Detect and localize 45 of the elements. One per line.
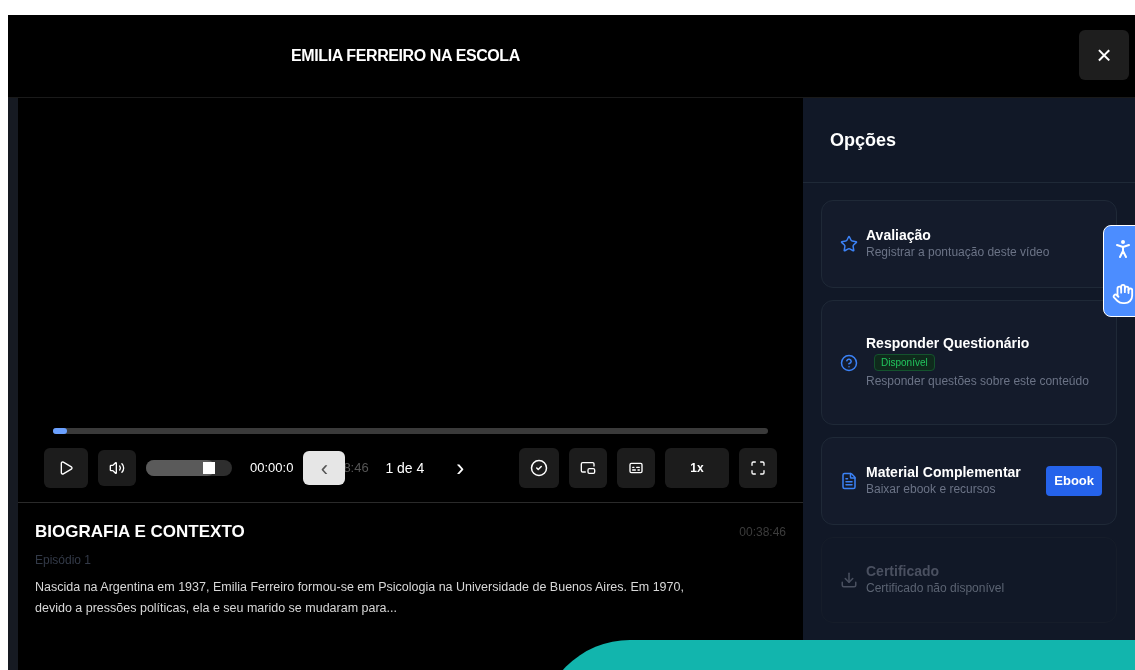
option-title: Certificado: [866, 563, 941, 580]
option-card[interactable]: Material Complementar Baixar ebook e recursos Ebook: [821, 437, 1117, 525]
option-title: Responder Questionário: [866, 335, 1031, 352]
captions-icon: [628, 460, 644, 476]
captions-button[interactable]: [617, 448, 655, 488]
complete-button[interactable]: [519, 448, 559, 488]
status-badge: Disponível: [874, 354, 935, 371]
option-card[interactable]: Avaliação Registrar a pontuação deste vídeo: [821, 200, 1117, 288]
play-icon: [58, 460, 74, 476]
modal-title: EMILIA FERREIRO NA ESCOLA: [290, 46, 521, 66]
fullscreen-button[interactable]: [739, 448, 777, 488]
document-icon: [840, 472, 858, 490]
sign-language-icon: [1112, 283, 1134, 305]
page-indicator: 1 de 4: [385, 458, 425, 478]
help-icon: [840, 353, 858, 372]
close-button[interactable]: ×: [1079, 30, 1129, 80]
episode-duration: 00:38:46: [739, 523, 786, 541]
play-button[interactable]: [44, 448, 88, 488]
time-text: 00:00:0: [250, 459, 294, 478]
picture-in-picture-button[interactable]: [569, 448, 607, 488]
progress-track[interactable]: [53, 428, 768, 434]
option-description: Responder questões sobre este conteúdo: [866, 373, 1090, 390]
option-title: Avaliação: [866, 227, 932, 244]
speed-button[interactable]: 1x: [665, 448, 729, 488]
option-description: Registrar a pontuação deste vídeo: [866, 244, 1051, 261]
episode-number: Episódio 1: [35, 551, 93, 569]
fullscreen-icon: [750, 460, 766, 476]
picture-in-picture-icon: [580, 460, 596, 476]
volume-button[interactable]: [98, 450, 136, 486]
option-description: Baixar ebook e recursos: [866, 481, 997, 498]
download-icon: [840, 571, 858, 589]
option-title: Material Complementar: [866, 464, 1022, 481]
volume-icon: [109, 460, 125, 476]
check-circle-icon: [530, 459, 548, 477]
previous-page-button[interactable]: ‹: [303, 451, 346, 485]
volume-slider[interactable]: [146, 460, 232, 476]
options-title: Opções: [830, 128, 897, 152]
next-page-button[interactable]: ›: [456, 456, 465, 480]
episode-title: BIOGRAFIA E CONTEXTO: [35, 521, 245, 543]
accessibility-widget[interactable]: [1103, 225, 1135, 317]
episode-description: Nascida na Argentina em 1937, Emilia Ferreiro formou-se em Psicologia na Universidade de Buenos Aires. Em 1970, devido a pressões políticas, ela e seu marido se mudaram para...: [35, 578, 685, 617]
option-description: Certificado não disponível: [866, 580, 1006, 597]
ebook-button[interactable]: Ebook: [1046, 466, 1102, 496]
star-icon: [840, 235, 858, 253]
option-card[interactable]: Responder Questionário Disponível Responder questões sobre este conteúdo: [821, 300, 1117, 425]
